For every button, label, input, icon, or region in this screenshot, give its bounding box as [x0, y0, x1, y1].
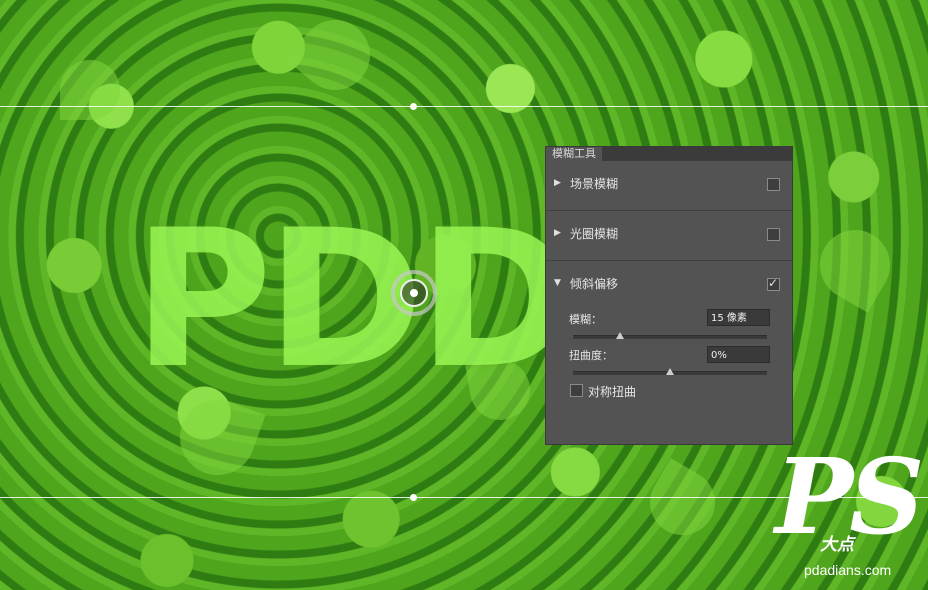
blur-tools-panel: 模糊工具 ▶ 场景模糊 ▶ 光圈模糊 ▼ 倾斜偏移 模糊： 15 像素 扭曲度：…: [545, 146, 793, 445]
blur-pin-icon[interactable]: [390, 269, 438, 317]
clover-leaf: [60, 60, 120, 120]
expand-triangle-icon[interactable]: ▶: [554, 178, 561, 188]
iris-blur-checkbox[interactable]: [767, 228, 780, 241]
field-blur-checkbox[interactable]: [767, 178, 780, 191]
expand-triangle-icon[interactable]: ▶: [554, 228, 561, 238]
panel-tabbar: 模糊工具: [546, 147, 792, 161]
distortion-slider[interactable]: [573, 368, 767, 375]
symmetric-distortion-label: 对称扭曲: [588, 385, 637, 399]
section-label: 倾斜偏移: [570, 277, 619, 291]
pdd-text: PDD: [133, 189, 576, 410]
section-label: 场景模糊: [570, 177, 619, 191]
clover-leaf: [638, 458, 727, 547]
collapse-triangle-icon[interactable]: ▼: [554, 278, 561, 288]
section-tilt-shift[interactable]: ▼ 倾斜偏移: [546, 261, 792, 301]
symmetric-distortion-checkbox[interactable]: [570, 384, 583, 397]
section-iris-blur[interactable]: ▶ 光圈模糊: [546, 211, 792, 261]
distortion-slider-thumb[interactable]: [666, 368, 674, 375]
tilt-shift-options: 模糊： 15 像素 扭曲度： 0% 对称扭曲: [546, 301, 792, 429]
distortion-label: 扭曲度：: [569, 349, 613, 362]
panel-tab-blur-tools[interactable]: 模糊工具: [546, 147, 602, 161]
watermark-url: pdadians.com: [804, 562, 892, 578]
watermark-cn-text: 大点: [820, 535, 854, 555]
section-field-blur[interactable]: ▶ 场景模糊: [546, 161, 792, 211]
distortion-field[interactable]: 0%: [707, 346, 770, 363]
blur-slider-thumb[interactable]: [616, 332, 624, 339]
clover-leaf: [807, 217, 903, 313]
tilt-shift-checkbox[interactable]: [767, 276, 780, 291]
bottom-guide-handle[interactable]: [410, 494, 417, 501]
blur-amount-field[interactable]: 15 像素: [707, 309, 770, 326]
tilt-shift-top-guide[interactable]: [0, 106, 928, 107]
blur-slider[interactable]: [573, 332, 767, 339]
section-label: 光圈模糊: [570, 227, 619, 241]
clover-leaf: [285, 5, 385, 105]
blur-label: 模糊：: [569, 313, 602, 326]
top-guide-handle[interactable]: [410, 103, 417, 110]
